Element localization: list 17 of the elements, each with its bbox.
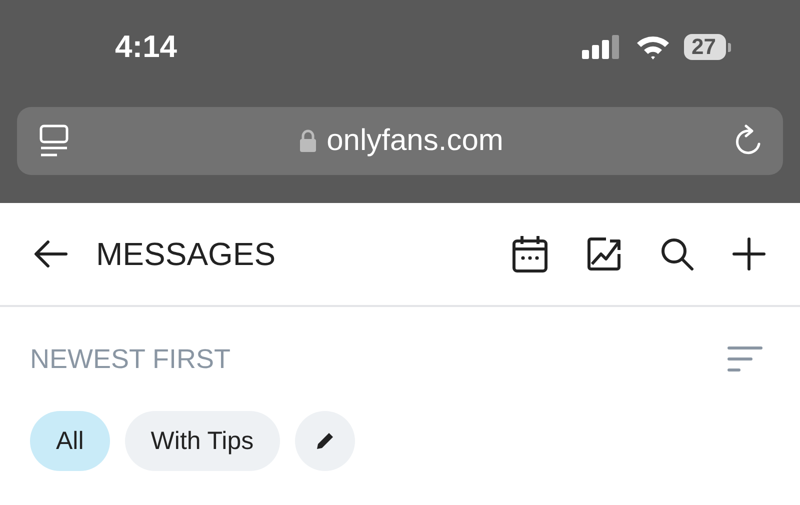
filter-chip[interactable]: All (30, 411, 110, 471)
calendar-icon[interactable] (512, 235, 548, 273)
plus-icon[interactable] (732, 237, 766, 271)
status-time: 4:14 (115, 29, 178, 65)
url-text[interactable]: onlyfans.com (326, 124, 504, 158)
address-bar[interactable]: onlyfans.com (17, 107, 783, 175)
lock-icon (298, 129, 317, 153)
signal-icon (582, 35, 622, 59)
back-arrow-icon[interactable] (34, 240, 68, 268)
image-chart-icon[interactable] (586, 236, 622, 272)
search-icon[interactable] (660, 237, 694, 271)
page-title: MESSAGES (96, 236, 276, 272)
sort-icon[interactable] (727, 345, 763, 373)
sort-label[interactable]: NEWEST FIRST (30, 344, 231, 374)
wifi-icon (636, 34, 670, 60)
filter-chip[interactable]: With Tips (124, 411, 280, 471)
tabs-icon[interactable] (39, 124, 69, 158)
